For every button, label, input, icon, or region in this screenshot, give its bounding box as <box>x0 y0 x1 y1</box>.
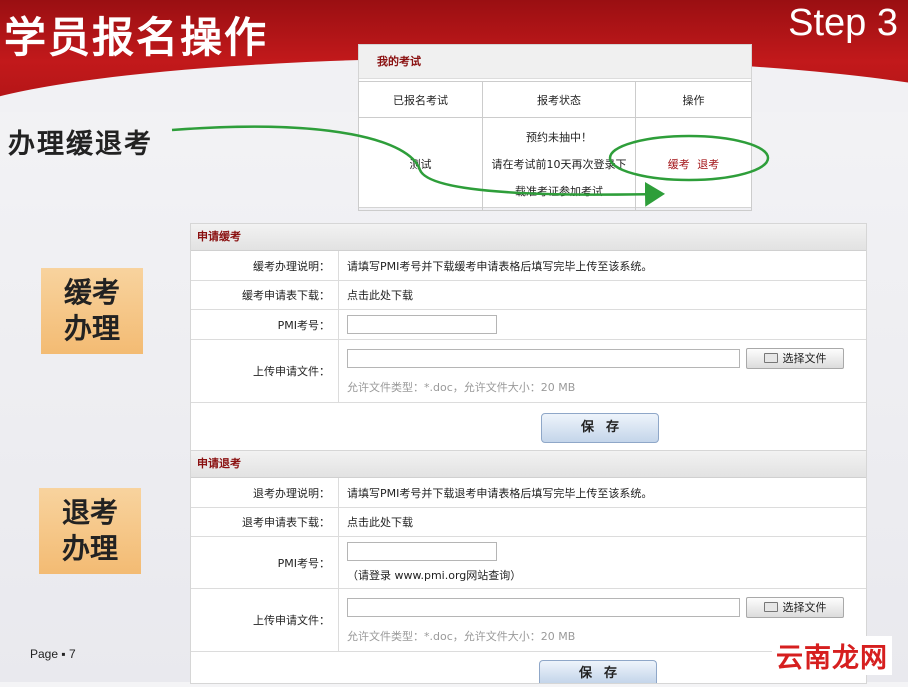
watermark-logo: 云南龙网 <box>772 636 892 675</box>
annotation-ellipse <box>608 134 770 182</box>
page-number: Page ▪ 7 <box>30 647 76 661</box>
annotation-overlay <box>171 125 770 207</box>
annotation-arrow <box>171 125 665 207</box>
